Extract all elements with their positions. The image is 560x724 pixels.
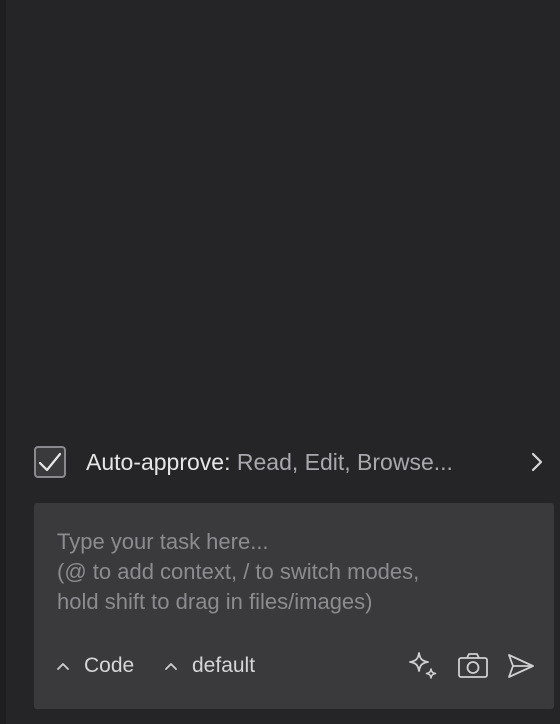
config-selector[interactable]: default [164,649,255,683]
enhance-prompt-button[interactable] [406,649,440,683]
placeholder-line: (@ to add context, / to switch modes, [57,559,420,584]
auto-approve-row[interactable]: Auto-approve: Read, Edit, Browse... [34,444,560,480]
mode-selector-label: Code [84,654,135,677]
chevron-up-icon [56,661,70,671]
chevron-right-icon[interactable] [526,450,548,474]
input-toolbar: Code default [56,649,542,683]
sparkle-icon [409,652,437,679]
mode-selector[interactable]: Code [56,649,134,683]
send-button[interactable] [504,649,538,683]
auto-approve-text: Auto-approve: Read, Edit, Browse... [86,449,453,476]
task-input[interactable]: Type your task here... (@ to add context… [34,503,554,709]
placeholder-line: Type your task here... [57,529,269,554]
camera-icon [458,653,488,678]
auto-approve-checkbox[interactable] [34,446,66,478]
auto-approve-values: Read, Edit, Browse... [236,448,453,475]
chevron-up-icon [164,661,178,671]
checkmark-icon [38,452,62,472]
task-input-placeholder: Type your task here... (@ to add context… [57,527,537,617]
placeholder-line: hold shift to drag in files/images) [57,589,373,614]
config-selector-label: default [192,654,256,677]
auto-approve-label: Auto-approve: [86,448,231,475]
screenshot-button[interactable] [456,649,490,683]
send-icon [508,654,534,678]
chat-panel: Auto-approve: Read, Edit, Browse... Type… [0,0,560,724]
chat-history-area [6,0,560,430]
